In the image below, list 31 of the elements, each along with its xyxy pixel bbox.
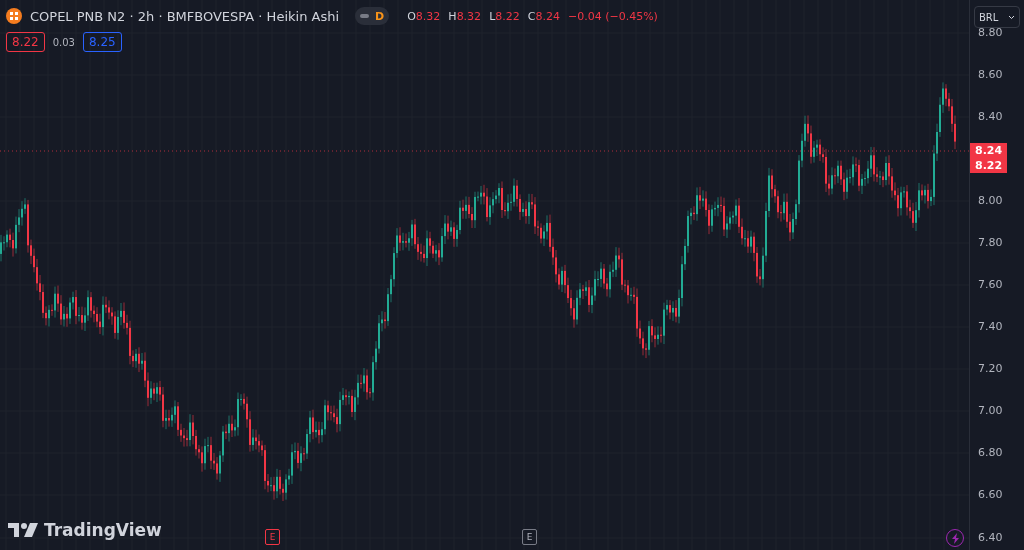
event-marker[interactable]: E — [522, 529, 537, 545]
ohlc-value: H8.32 — [448, 9, 482, 23]
ask-price[interactable]: 8.25 — [83, 32, 122, 52]
chevron-down-icon — [1008, 14, 1015, 20]
symbol-logo-icon — [6, 8, 22, 24]
price-axis-label: 7.00 — [978, 404, 1003, 417]
price-axis-label: 8.00 — [978, 194, 1003, 207]
price-axis-label: 6.40 — [978, 531, 1003, 544]
price-axis-label: 7.40 — [978, 320, 1003, 333]
spread-value: 0.03 — [52, 36, 75, 48]
price-axis-label: 8.60 — [978, 68, 1003, 81]
bid-price[interactable]: 8.22 — [6, 32, 45, 52]
price-change: −0.04 (−0.45%) — [567, 9, 658, 23]
price-axis-label: 6.60 — [978, 488, 1003, 501]
price-axis-label: 7.80 — [978, 236, 1003, 249]
ohlc-value: O8.32 — [407, 9, 441, 23]
currency-button[interactable]: BRL — [974, 6, 1020, 28]
price-axis-label: 7.60 — [978, 278, 1003, 291]
price-axis-label: 7.20 — [978, 362, 1003, 375]
logo-icon — [8, 523, 38, 537]
event-marker[interactable]: E — [265, 529, 280, 545]
ohlc-value: L8.22 — [489, 9, 520, 23]
price-tag: 8.24 — [970, 143, 1008, 158]
symbol-title[interactable]: COPEL PNB N2 · 2h · BMFBOVESPA · Heikin Ashi — [30, 8, 340, 24]
market-status-pill[interactable]: D — [355, 7, 390, 25]
price-axis-label: 8.80 — [978, 26, 1003, 39]
ohlc-value: C8.24 — [527, 9, 560, 23]
price-axis-label: 6.80 — [978, 446, 1003, 459]
price-tag: 8.22 — [970, 158, 1008, 173]
price-axis-label: 8.40 — [978, 110, 1003, 123]
brand-logo-text[interactable]: TradingView — [44, 520, 162, 540]
